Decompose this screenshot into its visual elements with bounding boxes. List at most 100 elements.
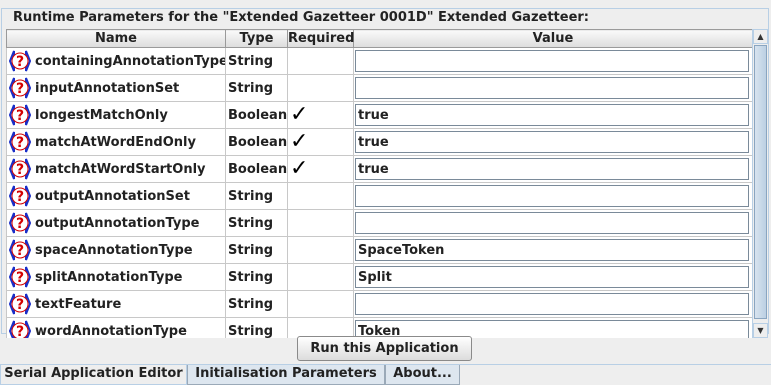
param-value-cell[interactable]: SpaceToken (353, 236, 752, 264)
table-row[interactable]: ? matchAtWordEndOnly Boolean ✓ true (6, 128, 752, 156)
table-row[interactable]: ? inputAnnotationSet String (6, 74, 752, 102)
param-value-cell[interactable]: Split (353, 263, 752, 291)
help-question-icon: ? (8, 293, 32, 315)
param-name: longestMatchOnly (35, 107, 168, 123)
help-question-icon: ? (8, 185, 32, 207)
param-value-cell[interactable] (353, 47, 752, 75)
param-value-field[interactable]: true (355, 131, 749, 153)
param-required: ✓ (287, 155, 354, 183)
param-type: Boolean (225, 128, 288, 156)
param-type: String (225, 290, 288, 318)
param-value-field[interactable] (355, 50, 749, 72)
arrow-down-icon[interactable]: ▼ (753, 323, 768, 338)
tab-serial-application-editor[interactable]: Serial Application Editor (0, 365, 187, 385)
param-name-cell[interactable]: ? matchAtWordEndOnly (6, 128, 226, 156)
parameters-table: Name Type Required Value ? containingAnno… (6, 29, 752, 338)
group-title: Runtime Parameters for the "Extended Gaz… (10, 10, 592, 25)
param-name-cell[interactable]: ? textFeature (6, 290, 226, 318)
param-type: String (225, 209, 288, 237)
param-value-cell[interactable]: true (353, 128, 752, 156)
tab-initialisation-parameters[interactable]: Initialisation Parameters (187, 365, 385, 385)
param-required (287, 47, 354, 75)
param-required (287, 263, 354, 291)
table-row[interactable]: ? matchAtWordStartOnly Boolean ✓ true (6, 155, 752, 183)
param-type: String (225, 263, 288, 291)
help-question-icon: ? (8, 212, 32, 234)
help-question-icon: ? (8, 131, 32, 153)
table-row[interactable]: ? wordAnnotationType String Token (6, 317, 752, 338)
param-value-cell[interactable] (353, 209, 752, 237)
svg-text:?: ? (16, 135, 24, 151)
param-value-cell[interactable]: Token (353, 317, 752, 338)
param-name: splitAnnotationType (35, 269, 183, 285)
tab-about[interactable]: About... (385, 365, 460, 385)
param-name: matchAtWordEndOnly (35, 134, 196, 150)
svg-text:?: ? (16, 216, 24, 232)
table-row[interactable]: ? textFeature String (6, 290, 752, 318)
param-type: String (225, 236, 288, 264)
column-header-name[interactable]: Name (6, 29, 226, 48)
param-name-cell[interactable]: ? outputAnnotationSet (6, 182, 226, 210)
param-name-cell[interactable]: ? inputAnnotationSet (6, 74, 226, 102)
svg-text:?: ? (16, 189, 24, 205)
param-name-cell[interactable]: ? wordAnnotationType (6, 317, 226, 338)
param-value-field[interactable] (355, 293, 749, 315)
param-type: Boolean (225, 155, 288, 183)
param-value-cell[interactable] (353, 74, 752, 102)
vertical-scrollbar[interactable]: ▲ ▼ (752, 29, 768, 338)
param-value-field[interactable]: SpaceToken (355, 239, 749, 261)
param-value-cell[interactable] (353, 290, 752, 318)
param-value-field[interactable]: Split (355, 266, 749, 288)
param-required (287, 209, 354, 237)
param-value-cell[interactable] (353, 182, 752, 210)
param-value-cell[interactable]: true (353, 155, 752, 183)
table-row[interactable]: ? outputAnnotationSet String (6, 182, 752, 210)
table-row[interactable]: ? containingAnnotationType String (6, 47, 752, 75)
param-required (287, 290, 354, 318)
param-required: ✓ (287, 128, 354, 156)
help-question-icon: ? (8, 266, 32, 288)
help-question-icon: ? (8, 239, 32, 261)
param-name-cell[interactable]: ? longestMatchOnly (6, 101, 226, 129)
checkmark-icon: ✓ (290, 129, 309, 154)
param-name-cell[interactable]: ? outputAnnotationType (6, 209, 226, 237)
svg-text:?: ? (16, 324, 24, 338)
param-required (287, 317, 354, 338)
param-name: matchAtWordStartOnly (35, 161, 206, 177)
param-value-field[interactable] (355, 77, 749, 99)
param-value-cell[interactable]: true (353, 101, 752, 129)
svg-text:?: ? (16, 243, 24, 259)
param-name: outputAnnotationSet (35, 188, 190, 204)
column-header-value[interactable]: Value (353, 29, 752, 48)
table-row[interactable]: ? spaceAnnotationType String SpaceToken (6, 236, 752, 264)
column-header-type[interactable]: Type (225, 29, 288, 48)
param-type: String (225, 182, 288, 210)
param-value-field[interactable] (355, 185, 749, 207)
scrollbar-thumb[interactable] (754, 45, 767, 319)
table-row[interactable]: ? longestMatchOnly Boolean ✓ true (6, 101, 752, 129)
param-name-cell[interactable]: ? containingAnnotationType (6, 47, 226, 75)
svg-text:?: ? (16, 108, 24, 124)
param-value-field[interactable]: true (355, 104, 749, 126)
param-value-field[interactable]: true (355, 158, 749, 180)
table-row[interactable]: ? splitAnnotationType String Split (6, 263, 752, 291)
param-name-cell[interactable]: ? matchAtWordStartOnly (6, 155, 226, 183)
param-required: ✓ (287, 101, 354, 129)
param-name: textFeature (35, 296, 122, 312)
column-header-required[interactable]: Required (287, 29, 354, 48)
param-name: containingAnnotationType (35, 53, 226, 69)
arrow-up-icon[interactable]: ▲ (753, 29, 768, 44)
run-application-button[interactable]: Run this Application (297, 336, 472, 361)
param-name-cell[interactable]: ? spaceAnnotationType (6, 236, 226, 264)
svg-text:?: ? (16, 162, 24, 178)
param-name-cell[interactable]: ? splitAnnotationType (6, 263, 226, 291)
help-question-icon: ? (8, 104, 32, 126)
param-type: Boolean (225, 101, 288, 129)
runtime-parameters-group: Runtime Parameters for the "Extended Gaz… (1, 8, 769, 338)
svg-text:?: ? (16, 297, 24, 313)
table-row[interactable]: ? outputAnnotationType String (6, 209, 752, 237)
checkmark-icon: ✓ (290, 102, 309, 127)
param-required (287, 182, 354, 210)
svg-text:?: ? (16, 270, 24, 286)
param-value-field[interactable] (355, 212, 749, 234)
